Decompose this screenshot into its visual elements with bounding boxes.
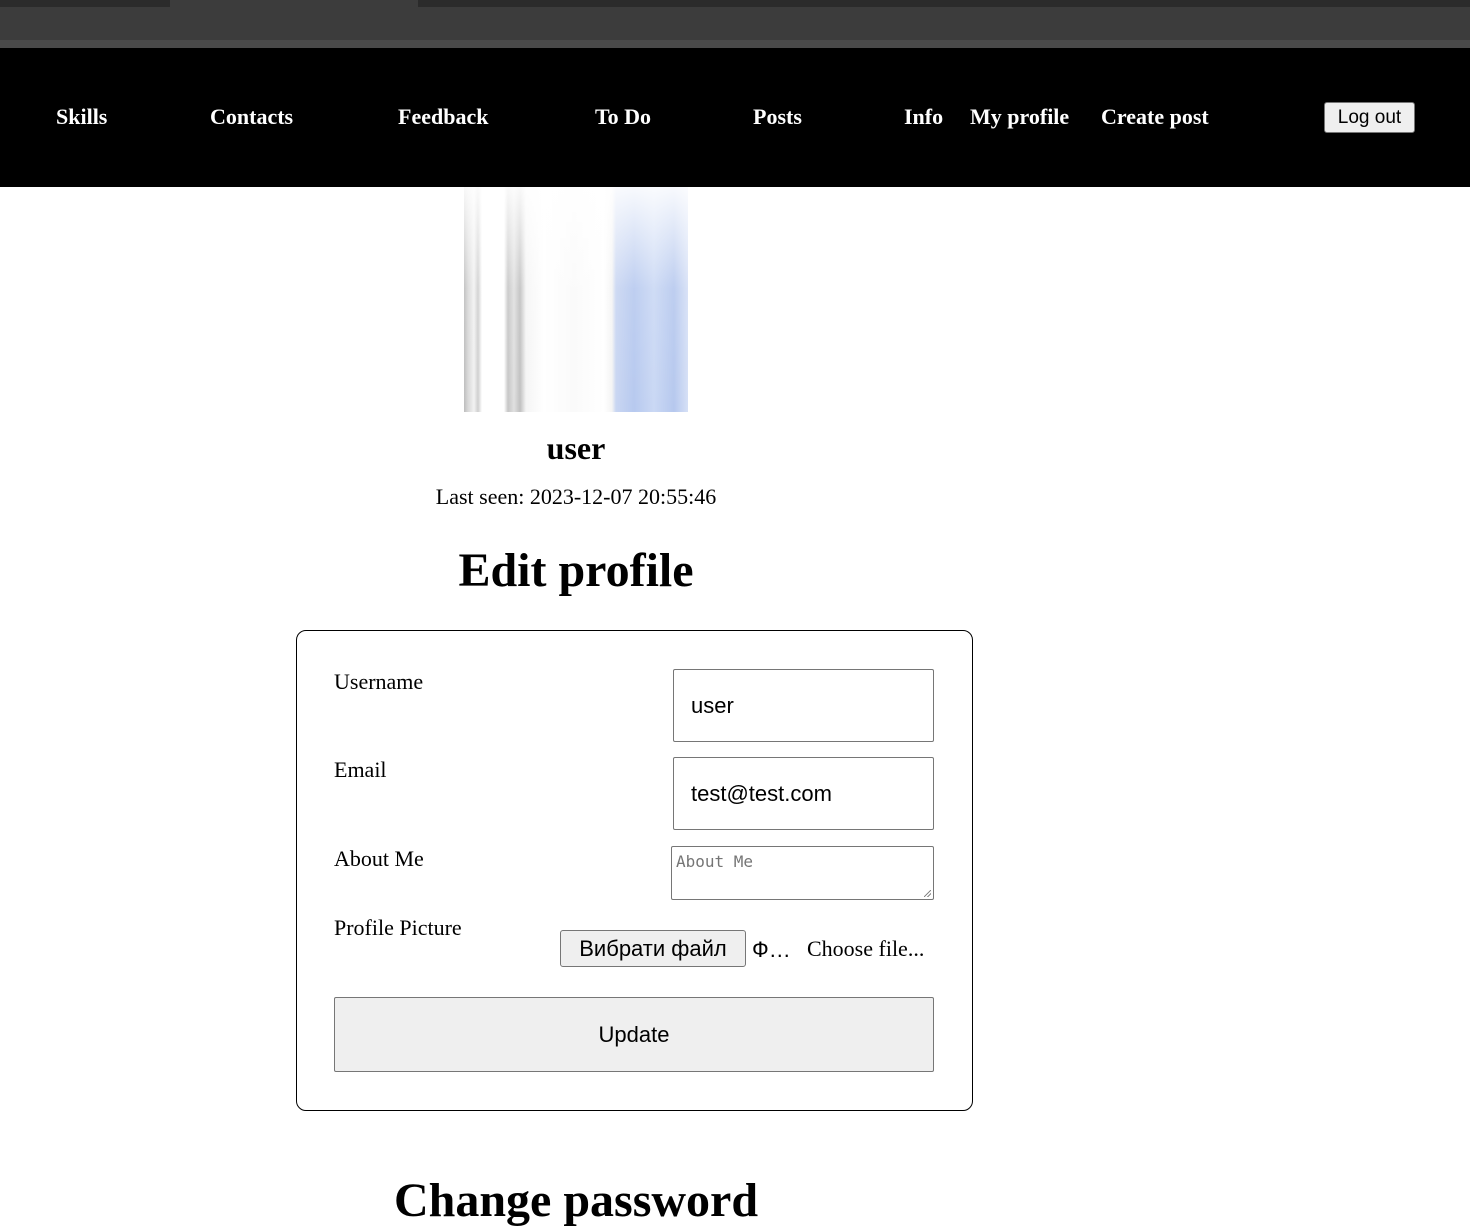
about-me-textarea[interactable]: About Me <box>671 846 934 900</box>
username-label: Username <box>334 669 424 694</box>
file-status-text: Ф… <box>752 937 791 962</box>
profile-username: user <box>546 430 606 466</box>
nav-link-my-profile[interactable]: My profile <box>970 103 1069 131</box>
nav-link-posts[interactable]: Posts <box>753 103 802 131</box>
nav-link-feedback[interactable]: Feedback <box>398 103 488 131</box>
change-password-title: Change password <box>393 1174 759 1227</box>
logout-button[interactable]: Log out <box>1324 102 1415 133</box>
email-input-value: test@test.com <box>691 780 832 806</box>
username-input-value: user <box>691 692 734 718</box>
choose-file-button[interactable]: Вибрати файл <box>560 930 746 967</box>
browser-toolbar <box>0 40 1470 48</box>
avatar <box>464 187 688 412</box>
edit-profile-form: Username user Email test@test.com About … <box>296 630 973 1111</box>
update-button[interactable]: Update <box>334 997 934 1072</box>
browser-active-tab[interactable] <box>170 0 418 7</box>
nav-link-info[interactable]: Info <box>904 103 943 131</box>
profile-picture-label: Profile Picture <box>334 915 462 940</box>
file-hint-text: Choose file... <box>807 936 925 961</box>
username-input[interactable]: user <box>673 669 934 742</box>
email-label: Email <box>334 757 387 782</box>
last-seen-text: Last seen: 2023-12-07 20:55:46 <box>435 484 717 509</box>
nav-link-skills[interactable]: Skills <box>56 103 107 131</box>
nav-link-create-post[interactable]: Create post <box>1101 103 1209 131</box>
edit-profile-title: Edit profile <box>458 544 694 597</box>
about-me-placeholder: About Me <box>676 852 754 871</box>
resize-grip-icon[interactable] <box>924 890 931 897</box>
nav-link-todo[interactable]: To Do <box>595 103 651 131</box>
email-input[interactable]: test@test.com <box>673 757 934 830</box>
nav-link-contacts[interactable]: Contacts <box>210 103 293 131</box>
browser-chrome <box>0 0 1470 48</box>
about-me-label: About Me <box>334 846 424 871</box>
top-navbar: Skills Contacts Feedback To Do Posts Inf… <box>0 48 1470 187</box>
